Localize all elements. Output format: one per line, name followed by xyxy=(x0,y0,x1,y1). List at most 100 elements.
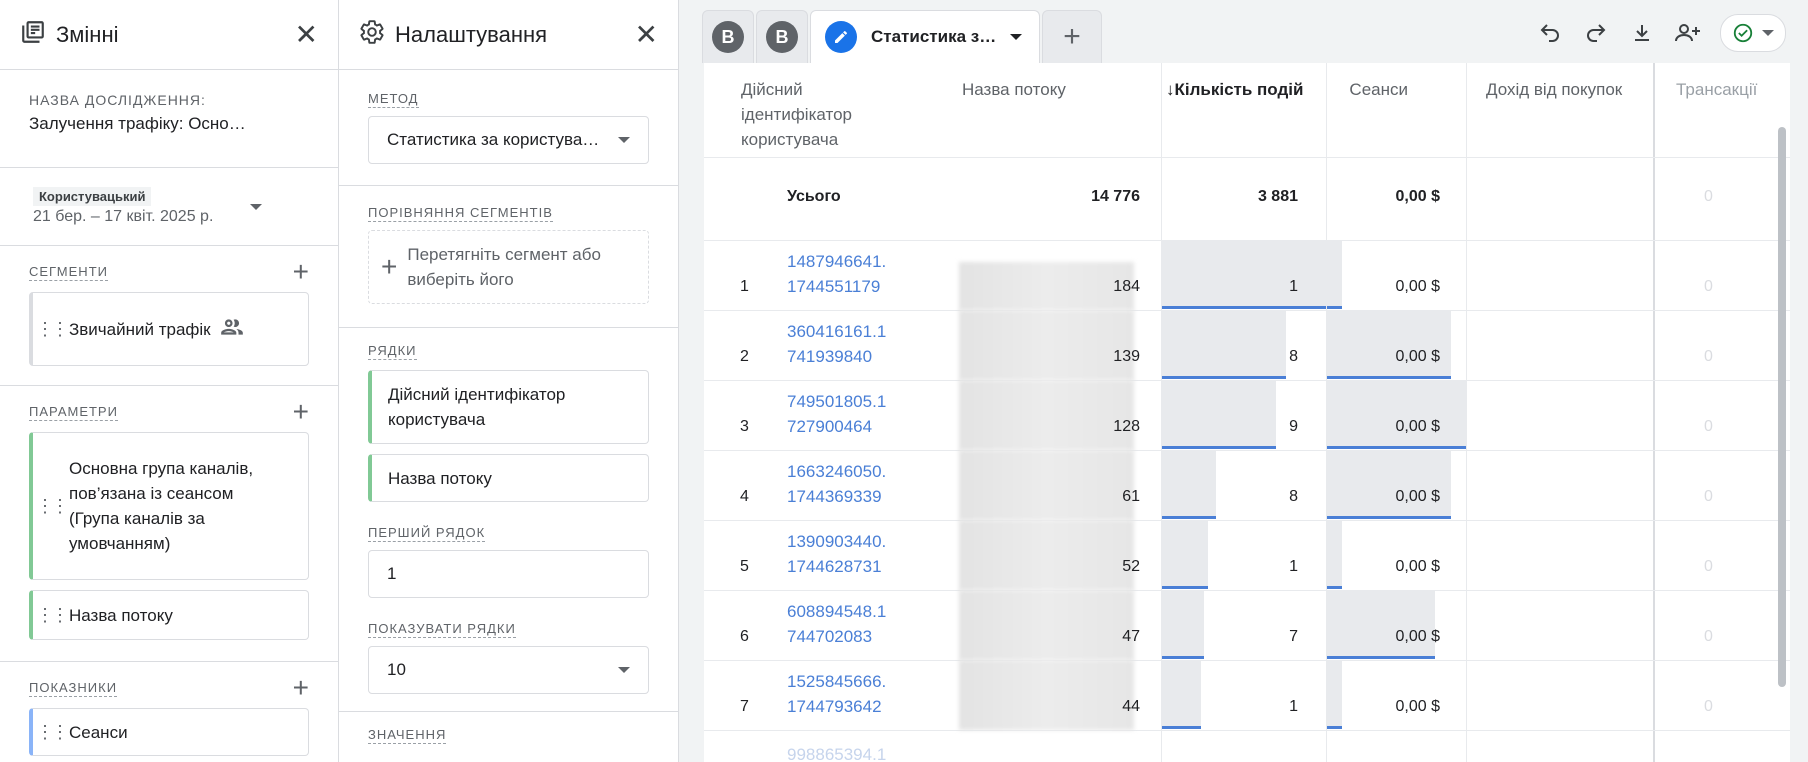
user-id-link-cont[interactable]: 741939840 xyxy=(787,347,872,367)
dimension-chip[interactable]: ⋮⋮ Назва потоку xyxy=(29,590,309,640)
blurred-stream-name xyxy=(959,310,1134,380)
user-id-link[interactable]: 1663246050. xyxy=(787,462,886,482)
transactions-value: 0 xyxy=(1704,698,1713,715)
vertical-scrollbar[interactable] xyxy=(1778,127,1786,687)
row-chip[interactable]: Дійсний ідентифікатор користувача xyxy=(368,370,649,444)
segments-section: СЕГМЕНТИ + ⋮⋮ Звичайний трафік xyxy=(0,246,338,386)
dimensions-section: ПАРАМЕТРИ + ⋮⋮ Основна група каналів, пов… xyxy=(0,386,338,662)
share-user-icon[interactable] xyxy=(1674,19,1702,47)
row-number: 5 xyxy=(740,558,749,575)
sessions-bar xyxy=(1327,310,1451,378)
chevron-down-icon[interactable] xyxy=(1010,34,1023,40)
segments-label: СЕГМЕНТИ xyxy=(29,263,108,281)
exploration-name[interactable]: Залучення трафіку: Осно… xyxy=(29,114,309,134)
header-revenue[interactable]: Дохід від покупок xyxy=(1486,77,1622,102)
chevron-down-icon[interactable] xyxy=(1762,30,1774,36)
first-row-input[interactable]: 1 xyxy=(368,550,649,598)
download-icon[interactable] xyxy=(1628,19,1656,47)
method-select[interactable]: Статистика за користува… xyxy=(368,116,649,164)
header-sessions[interactable]: Сеанси xyxy=(1349,77,1408,102)
table-row[interactable]: 2 360416161.1 741939840 139 8 0,00 $ 0 xyxy=(704,310,1790,381)
header-events[interactable]: ↓Кількість подій xyxy=(1166,77,1303,102)
gear-icon xyxy=(359,19,385,50)
user-id-link-cont[interactable]: 1744551179 xyxy=(787,277,880,297)
events-bar-underline xyxy=(1162,586,1208,589)
user-id-link-cont[interactable]: 744702083 xyxy=(787,627,872,647)
table-row[interactable]: 4 1663246050. 1744369339 61 8 0,00 $ 0 xyxy=(704,450,1790,521)
revenue-value: 0,00 $ xyxy=(1395,278,1440,295)
drag-handle-icon[interactable]: ⋮⋮ xyxy=(33,319,69,340)
sessions-bar xyxy=(1327,660,1342,728)
sessions-value: 9 xyxy=(1289,418,1298,435)
chevron-down-icon[interactable] xyxy=(250,203,262,210)
sessions-bar xyxy=(1327,380,1466,448)
chevron-down-icon[interactable] xyxy=(618,137,630,143)
row-number: 4 xyxy=(740,488,749,505)
add-tab-button[interactable]: + xyxy=(1042,10,1102,63)
row-chip[interactable]: Назва потоку xyxy=(368,454,649,502)
totals-revenue: 0,00 $ xyxy=(1395,188,1440,205)
dimension-label: Назва потоку xyxy=(69,605,173,625)
user-id-link[interactable]: 749501805.1 xyxy=(787,392,886,412)
drag-handle-icon[interactable]: ⋮⋮ xyxy=(33,496,69,517)
blurred-stream-name xyxy=(959,590,1134,660)
table-row[interactable]: 7 1525845666. 1744793642 44 1 0,00 $ 0 xyxy=(704,660,1790,731)
user-id-link-cont[interactable]: 1744793642 xyxy=(787,697,882,717)
header-stream-name[interactable]: Назва потоку xyxy=(962,77,1066,102)
header-transactions[interactable]: Трансакції xyxy=(1676,77,1757,102)
drag-handle-icon[interactable]: ⋮⋮ xyxy=(33,605,69,626)
add-metric-icon[interactable]: + xyxy=(293,674,309,702)
row-label: Дійсний ідентифікатор користувача xyxy=(388,385,566,429)
user-id-link[interactable]: 360416161.1 xyxy=(787,322,886,342)
show-rows-select[interactable]: 10 xyxy=(368,646,649,694)
blurred-stream-name xyxy=(959,660,1134,730)
sessions-bar-underline xyxy=(1327,586,1342,589)
table-row[interactable]: 6 608894548.1 744702083 47 7 0,00 $ 0 xyxy=(704,590,1790,661)
add-icon[interactable]: + xyxy=(381,251,397,283)
tab-b2[interactable]: B xyxy=(756,10,808,63)
chevron-down-icon[interactable] xyxy=(618,667,630,673)
row-number: 3 xyxy=(740,418,749,435)
user-id-link[interactable]: 1487946641. xyxy=(787,252,886,272)
dimension-chip[interactable]: ⋮⋮ Основна група каналів, пов’язана із с… xyxy=(29,432,309,580)
status-check-button[interactable] xyxy=(1720,14,1786,52)
settings-panel: Налаштування ✕ МЕТОД Статистика за корис… xyxy=(339,0,679,762)
add-segment-icon[interactable]: + xyxy=(293,258,309,286)
table-row[interactable]: 3 749501805.1 727900464 128 9 0,00 $ 0 xyxy=(704,380,1790,451)
user-id-link-cont[interactable]: 1744628731 xyxy=(787,557,882,577)
table-row[interactable]: 5 1390903440. 1744628731 52 1 0,00 $ 0 xyxy=(704,520,1790,591)
close-icon[interactable]: ✕ xyxy=(635,20,658,49)
sessions-value: 7 xyxy=(1289,628,1298,645)
metric-chip[interactable]: ⋮⋮ Сеанси xyxy=(29,708,309,756)
tab-active[interactable]: Статистика з… xyxy=(810,10,1040,63)
user-id-link[interactable]: 1390903440. xyxy=(787,532,886,552)
segment-compare-label: ПОРІВНЯННЯ СЕГМЕНТІВ xyxy=(368,205,553,222)
add-dimension-icon[interactable]: + xyxy=(293,398,309,426)
totals-label: Усього xyxy=(787,188,841,205)
user-id-link-cont[interactable]: 1744369339 xyxy=(787,487,882,507)
revenue-value: 0,00 $ xyxy=(1395,558,1440,575)
undo-icon[interactable] xyxy=(1536,19,1564,47)
redo-icon[interactable] xyxy=(1582,19,1610,47)
segment-chip[interactable]: ⋮⋮ Звичайний трафік xyxy=(29,292,309,366)
user-id-link-cont[interactable]: 727900464 xyxy=(787,417,872,437)
row-number: 7 xyxy=(740,698,749,715)
header-user-id[interactable]: Дійсний ідентифікатор користувача xyxy=(741,77,881,152)
user-id-link[interactable]: 608894548.1 xyxy=(787,602,886,622)
segment-drop-zone[interactable]: + Перетягніть сегмент або виберіть його xyxy=(368,230,649,304)
tab-b1[interactable]: B xyxy=(702,10,754,63)
blurred-stream-name xyxy=(959,262,1134,310)
dimension-label: Основна група каналів, пов’язана із сеан… xyxy=(69,459,254,553)
close-icon[interactable]: ✕ xyxy=(295,20,318,49)
exploration-label: НАЗВА ДОСЛІДЖЕННЯ: xyxy=(29,92,206,108)
events-bar xyxy=(1162,520,1208,588)
user-id-link[interactable]: 1525845666. xyxy=(787,672,886,692)
events-bar-underline xyxy=(1162,446,1276,449)
date-range-picker[interactable]: Користувацький 21 бер. – 17 квіт. 2025 р… xyxy=(0,168,338,246)
sessions-bar-underline xyxy=(1327,516,1451,519)
transactions-value: 0 xyxy=(1704,278,1713,295)
sessions-bar-underline xyxy=(1327,446,1466,449)
table-row[interactable]: 1 1487946641. 1744551179 184 1 0,00 $ 0 xyxy=(704,240,1790,311)
sessions-bar xyxy=(1327,240,1342,308)
drag-handle-icon[interactable]: ⋮⋮ xyxy=(33,722,69,743)
